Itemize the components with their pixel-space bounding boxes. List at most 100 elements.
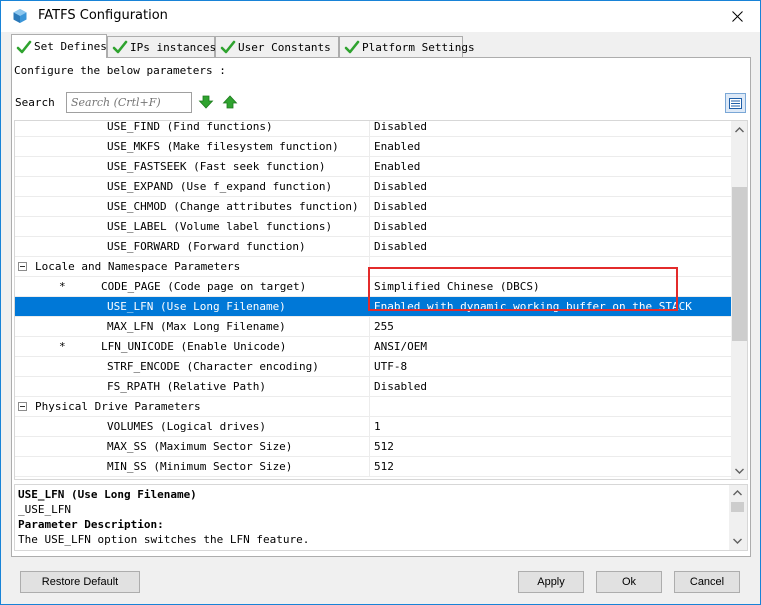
parameter-name-cell: MAX_SS (Maximum Sector Size)	[15, 437, 370, 456]
parameter-value[interactable]: Disabled	[374, 200, 427, 213]
description-title: USE_LFN (Use Long Filename)	[18, 488, 197, 501]
check-icon	[220, 40, 236, 54]
parameter-name-cell: Locale and Namespace Parameters	[15, 257, 370, 276]
scroll-up-button[interactable]	[731, 121, 747, 138]
arrow-up-icon[interactable]	[222, 94, 238, 110]
parameter-value[interactable]: 512	[374, 440, 394, 453]
close-icon	[731, 11, 743, 22]
parameter-row[interactable]: USE_FIND (Find functions) Disabled	[15, 121, 731, 137]
chevron-down-icon[interactable]	[733, 538, 742, 544]
description-scroll-thumb[interactable]	[731, 502, 744, 512]
group-label: Physical Drive Parameters	[35, 400, 201, 413]
parameter-value[interactable]: Disabled	[374, 180, 427, 193]
parameter-row[interactable]: MAX_SS (Maximum Sector Size) 512	[15, 437, 731, 457]
parameter-value[interactable]: Enabled	[374, 160, 420, 173]
ok-button[interactable]: Ok	[596, 571, 662, 593]
parameter-row[interactable]: USE_MKFS (Make filesystem function) Enabl…	[15, 137, 731, 157]
tab-label: IPs instances	[130, 40, 217, 54]
set-defines-panel: Configure the below parameters : Search …	[11, 57, 751, 557]
parameter-value[interactable]: Disabled	[374, 380, 427, 393]
parameter-value[interactable]: Disabled	[374, 121, 427, 133]
tab-label: Platform Settings	[362, 40, 475, 54]
parameter-name: LFN_UNICODE (Enable Unicode)	[101, 340, 287, 353]
cancel-button[interactable]: Cancel	[674, 571, 740, 593]
parameter-row[interactable]: USE_CHMOD (Change attributes function) Di…	[15, 197, 731, 217]
parameter-value[interactable]: Enabled with dynamic working buffer on t…	[374, 300, 692, 313]
chevron-up-icon[interactable]	[733, 490, 742, 496]
title-bar: FATFS Configuration	[1, 1, 760, 32]
parameter-row[interactable]: USE_LABEL (Volume label functions) Disabl…	[15, 217, 731, 237]
description-heading: Parameter Description:	[18, 518, 164, 531]
parameter-row[interactable]: USE_LFN (Use Long Filename) Enabled with …	[15, 297, 731, 317]
parameter-name: USE_FORWARD (Forward function)	[107, 240, 306, 253]
app-cube-icon	[13, 9, 27, 23]
modified-marker: *	[59, 340, 66, 353]
parameter-row[interactable]: MIN_SS (Minimum Sector Size) 512	[15, 457, 731, 477]
parameter-row[interactable]: USE_FASTSEEK (Fast seek function) Enabled	[15, 157, 731, 177]
parameter-row[interactable]: MAX_LFN (Max Long Filename) 255	[15, 317, 731, 337]
left-edge	[1, 32, 10, 604]
parameter-name: USE_FASTSEEK (Fast seek function)	[107, 160, 326, 173]
parameter-value[interactable]: 1	[374, 420, 381, 433]
parameter-name: STRF_ENCODE (Character encoding)	[107, 360, 319, 373]
collapse-toggle-icon[interactable]	[18, 262, 27, 271]
parameter-name-cell: USE_LFN (Use Long Filename)	[15, 297, 370, 316]
collapse-toggle-icon[interactable]	[18, 402, 27, 411]
scroll-down-button[interactable]	[731, 462, 747, 479]
parameter-name: USE_LFN (Use Long Filename)	[107, 300, 286, 313]
list-view-toggle-button[interactable]	[725, 93, 746, 113]
tab-platform-settings[interactable]: Platform Settings	[339, 36, 475, 57]
tab-ips-instances[interactable]: IPs instances	[107, 36, 217, 57]
parameter-name: MAX_SS (Maximum Sector Size)	[107, 440, 293, 453]
search-input[interactable]	[66, 92, 192, 113]
parameter-name-cell: MAX_LFN (Max Long Filename)	[15, 317, 370, 336]
parameter-name-cell: * LFN_UNICODE (Enable Unicode)	[15, 337, 370, 356]
arrow-down-icon[interactable]	[198, 94, 214, 110]
scroll-thumb[interactable]	[732, 187, 747, 341]
parameter-name: USE_MKFS (Make filesystem function)	[107, 140, 339, 153]
parameter-name: USE_LABEL (Volume label functions)	[107, 220, 333, 233]
description-text: The USE_LFN option switches the LFN feat…	[18, 533, 310, 546]
parameter-value[interactable]: Disabled	[374, 240, 427, 253]
tab-set-defines[interactable]: Set Defines	[11, 34, 107, 58]
parameter-value[interactable]: Disabled	[374, 220, 427, 233]
parameter-row[interactable]: * LFN_UNICODE (Enable Unicode) ANSI/OEM	[15, 337, 731, 357]
parameter-name-cell: USE_FASTSEEK (Fast seek function)	[15, 157, 370, 176]
parameter-value[interactable]: 512	[374, 460, 394, 473]
parameter-row[interactable]: FS_RPATH (Relative Path) Disabled	[15, 377, 731, 397]
configure-label: Configure the below parameters :	[14, 64, 226, 77]
parameter-row[interactable]: VOLUMES (Logical drives) 1	[15, 417, 731, 437]
close-button[interactable]	[714, 1, 760, 32]
group-row[interactable]: Locale and Namespace Parameters	[15, 257, 731, 277]
parameter-row[interactable]: USE_FORWARD (Forward function) Disabled	[15, 237, 731, 257]
parameter-name-cell: * CODE_PAGE (Code page on target)	[15, 277, 370, 296]
apply-button[interactable]: Apply	[518, 571, 584, 593]
parameter-name-cell: USE_EXPAND (Use f_expand function)	[15, 177, 370, 196]
tab-label: Set Defines	[34, 40, 107, 53]
grid-scrollbar[interactable]	[731, 121, 747, 479]
restore-default-button[interactable]: Restore Default	[20, 571, 140, 593]
fatfs-configuration-dialog: FATFS Configuration Set Defines IPs inst…	[0, 0, 761, 605]
modified-marker: *	[59, 280, 66, 293]
check-icon	[16, 40, 32, 53]
parameter-row[interactable]: USE_EXPAND (Use f_expand function) Disabl…	[15, 177, 731, 197]
parameter-value[interactable]: Enabled	[374, 140, 420, 153]
parameter-name: USE_EXPAND (Use f_expand function)	[107, 180, 333, 193]
search-label: Search	[15, 96, 55, 109]
parameter-row[interactable]: STRF_ENCODE (Character encoding) UTF-8	[15, 357, 731, 377]
parameter-value[interactable]: 255	[374, 320, 394, 333]
parameter-value[interactable]: ANSI/OEM	[374, 340, 427, 353]
parameters-grid: USE_FIND (Find functions) Disabled USE_MKF…	[14, 120, 748, 480]
description-scrollbar[interactable]	[729, 485, 747, 550]
chevron-up-icon	[735, 126, 744, 132]
group-label: Locale and Namespace Parameters	[35, 260, 241, 273]
group-row[interactable]: Physical Drive Parameters	[15, 397, 731, 417]
parameter-name-cell: USE_MKFS (Make filesystem function)	[15, 137, 370, 156]
parameter-row[interactable]: * CODE_PAGE (Code page on target) Simplifi…	[15, 277, 731, 297]
parameter-value[interactable]: Simplified Chinese (DBCS)	[374, 280, 540, 293]
parameter-name-cell: FS_RPATH (Relative Path)	[15, 377, 370, 396]
parameter-value[interactable]: UTF-8	[374, 360, 407, 373]
check-icon	[344, 40, 360, 54]
tab-user-constants[interactable]: User Constants	[215, 36, 339, 57]
parameter-name-cell: Physical Drive Parameters	[15, 397, 370, 416]
